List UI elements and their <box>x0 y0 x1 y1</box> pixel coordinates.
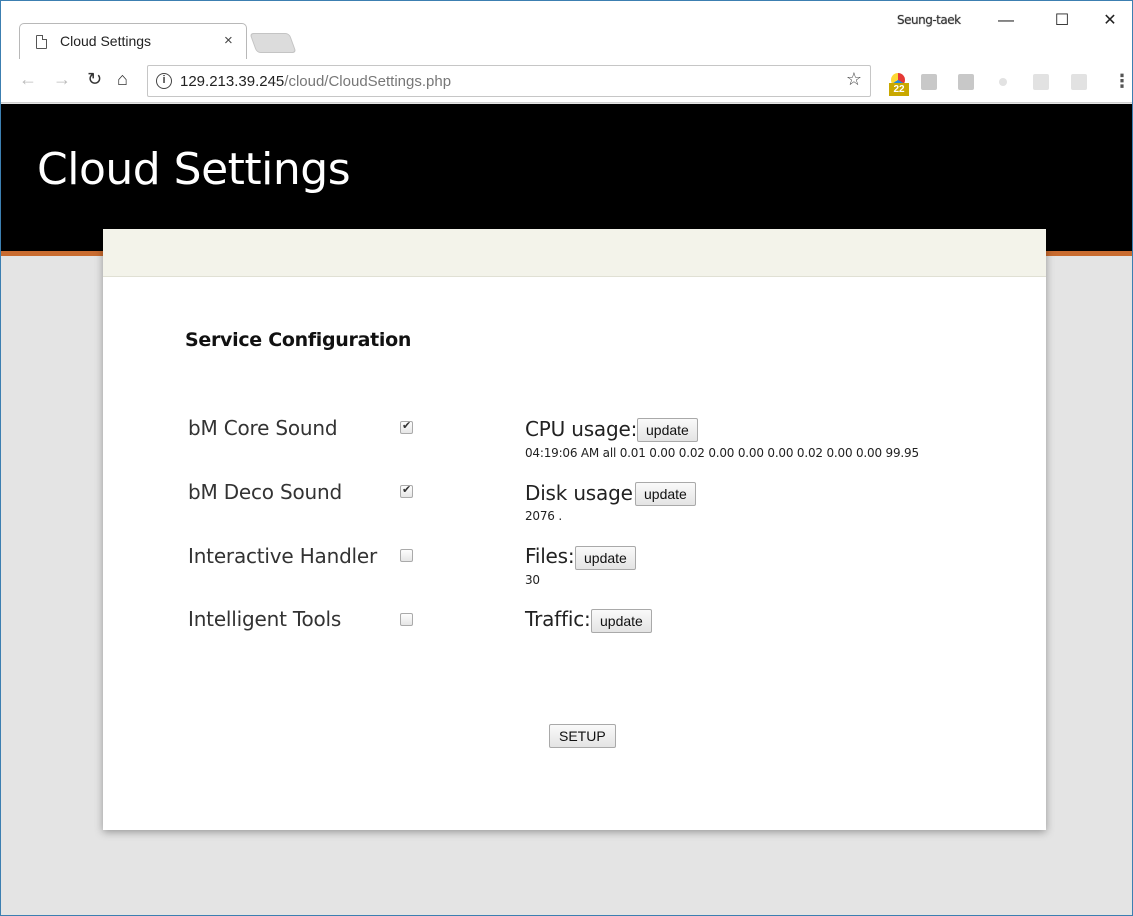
extension-dot-icon[interactable] <box>999 78 1007 86</box>
service-checkbox-core-sound[interactable] <box>400 419 413 434</box>
service-checkbox-deco-sound[interactable] <box>400 483 413 498</box>
traffic-update-button[interactable]: update <box>591 609 652 633</box>
extension-blank-icon[interactable] <box>1033 74 1049 90</box>
disk-update-button[interactable]: update <box>635 482 696 506</box>
profile-name[interactable]: Seung-taek <box>897 13 961 27</box>
service-label-interactive-handler: Interactive Handler <box>188 544 378 568</box>
metric-value-cpu: 04:19:06 AM all 0.01 0.00 0.02 0.00 0.00… <box>525 446 919 460</box>
forward-arrow-icon[interactable]: → <box>53 69 71 90</box>
extension-t-icon[interactable] <box>958 74 974 90</box>
home-icon[interactable]: ⌂ <box>117 69 128 90</box>
page-icon <box>36 35 47 49</box>
service-checkbox-intelligent-tools[interactable] <box>400 613 413 626</box>
url-path: /cloud/CloudSettings.php <box>284 73 452 90</box>
section-title: Service Configuration <box>185 329 412 351</box>
cpu-update-button[interactable]: update <box>637 418 698 442</box>
setup-button[interactable]: SETUP <box>549 724 616 748</box>
page: Cloud Settings Service Configuration bM … <box>1 104 1132 915</box>
extension-pdf-icon[interactable] <box>1071 74 1087 90</box>
service-label-core-sound: bM Core Sound <box>188 416 338 440</box>
new-tab-button[interactable] <box>249 33 297 53</box>
card-header <box>103 229 1046 277</box>
tab-cloud-settings[interactable]: Cloud Settings × <box>19 23 247 59</box>
service-label-intelligent-tools: Intelligent Tools <box>188 607 342 631</box>
extension-badge-icon[interactable]: 22 <box>889 73 909 97</box>
minimize-button[interactable]: — <box>983 7 1029 35</box>
metric-label-cpu: CPU usage: <box>525 417 638 441</box>
files-update-button[interactable]: update <box>575 546 636 570</box>
reload-icon[interactable]: ↻ <box>87 69 102 90</box>
metric-label-disk: Disk usage: <box>525 481 640 505</box>
metric-label-traffic: Traffic: <box>525 607 591 631</box>
metric-label-files: Files: <box>525 544 575 568</box>
browser-window: Cloud Settings × Seung-taek — ☐ ✕ ← → ↻ … <box>0 0 1133 916</box>
extension-badge-count: 22 <box>889 83 909 96</box>
maximize-button[interactable]: ☐ <box>1039 7 1085 35</box>
info-icon[interactable]: i <box>156 73 172 89</box>
tab-strip: Cloud Settings × Seung-taek — ☐ ✕ <box>1 1 1132 59</box>
extension-i-icon[interactable] <box>921 74 937 90</box>
tab-title: Cloud Settings <box>60 33 152 49</box>
address-bar[interactable]: i 129.213.39.245/cloud/CloudSettings.php… <box>147 65 871 97</box>
settings-card: Service Configuration bM Core Sound bM D… <box>103 229 1046 830</box>
metric-value-files: 30 <box>525 573 540 587</box>
url-host: 129.213.39.245 <box>180 73 285 90</box>
tab-close-icon[interactable]: × <box>224 32 233 49</box>
bookmark-star-icon[interactable]: ☆ <box>846 69 862 90</box>
url-text[interactable]: 129.213.39.245/cloud/CloudSettings.php <box>180 73 451 90</box>
close-window-button[interactable]: ✕ <box>1087 7 1132 35</box>
metric-value-disk: 2076 . <box>525 509 562 523</box>
service-checkbox-interactive-handler[interactable] <box>400 549 413 562</box>
back-arrow-icon[interactable]: ← <box>19 69 37 90</box>
browser-menu-icon[interactable]: ⋮ <box>1113 71 1131 92</box>
service-label-deco-sound: bM Deco Sound <box>188 480 342 504</box>
page-title: Cloud Settings <box>37 144 351 195</box>
